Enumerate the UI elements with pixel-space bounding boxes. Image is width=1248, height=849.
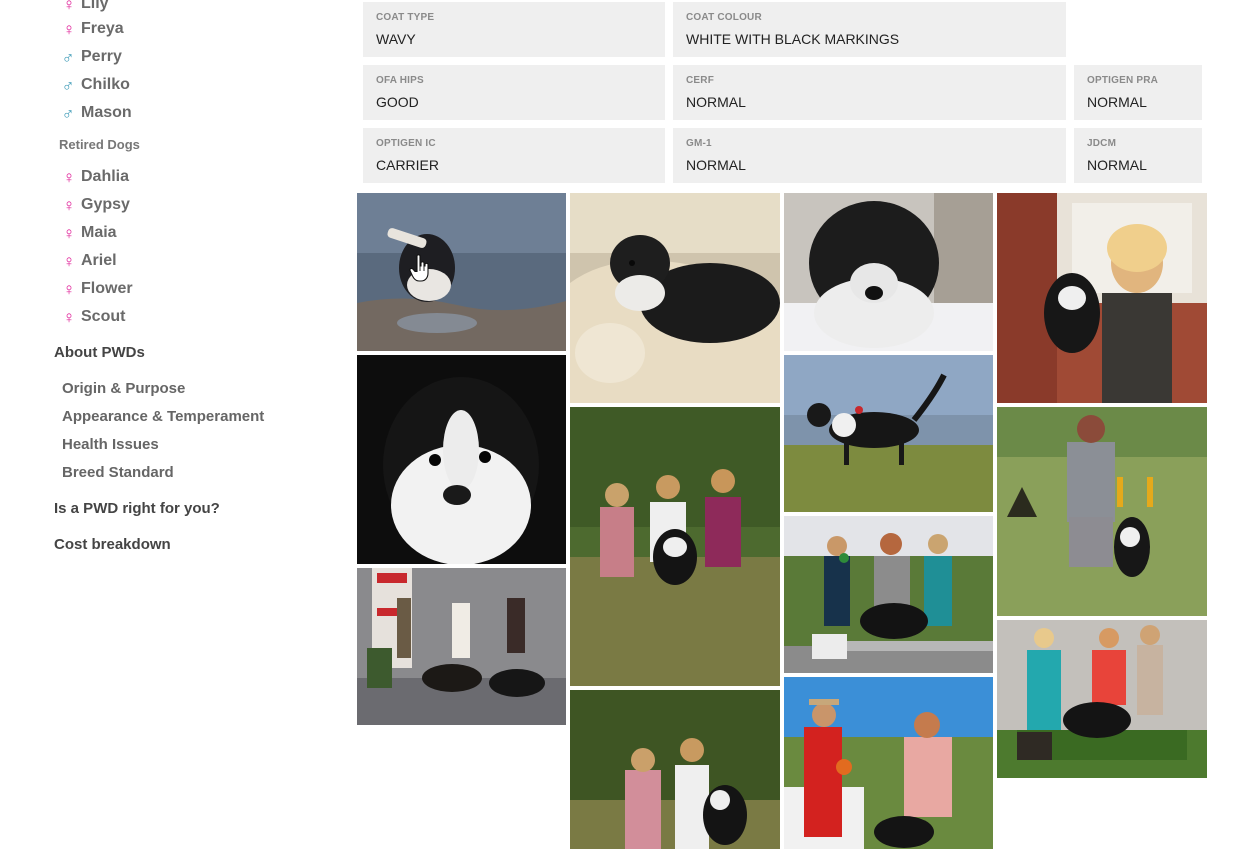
nav-health-issues[interactable]: Health Issues [62,436,159,453]
field-label: OPTIGEN IC [376,138,436,149]
hand-cursor-icon [409,254,431,282]
dog-name: Freya [81,20,124,37]
female-icon: ♀ [62,279,76,299]
female-icon: ♀ [62,19,76,39]
nav-origin-purpose[interactable]: Origin & Purpose [62,380,185,397]
field-value: NORMAL [686,94,746,110]
optigen-ic-cell: OPTIGEN IC CARRIER [363,128,665,183]
dog-link-chilko[interactable]: ♂ Chilko [60,73,130,97]
ofa-hips-cell: OFA HIPS GOOD [363,65,665,120]
field-value: WHITE WITH BLACK MARKINGS [686,31,900,47]
dog-name: Perry [81,48,122,65]
gallery-photo-puppy-closeup[interactable] [357,355,566,564]
male-icon: ♂ [61,75,75,95]
field-label: COAT COLOUR [686,12,762,23]
nav-cost-breakdown[interactable]: Cost breakdown [54,536,171,553]
nav-breed-standard[interactable]: Breed Standard [62,464,174,481]
female-icon: ♀ [62,251,76,271]
dog-name: Chilko [81,76,130,93]
dog-name: Gypsy [81,196,130,213]
dog-name: Scout [81,308,126,325]
field-label: JDCM [1087,138,1117,149]
dog-link-perry[interactable]: ♂ Perry [60,45,122,69]
field-value: NORMAL [1087,157,1147,173]
male-icon: ♂ [61,103,75,123]
gallery-photo-women-with-dog-outdoors[interactable] [570,690,780,849]
dog-link-freya[interactable]: ♀ Freya [60,17,124,41]
dog-link-dahlia[interactable]: ♀ Dahlia [60,165,129,189]
dog-name: Mason [81,104,132,121]
nav-about-pwds[interactable]: About PWDs [54,344,145,361]
dog-name: Ariel [81,252,117,269]
dog-link-maia[interactable]: ♀ Maia [60,221,117,245]
field-label: GM-1 [686,138,712,149]
gallery-photo-show-table-trophy[interactable] [997,620,1207,778]
field-value: NORMAL [1087,94,1147,110]
field-value: GOOD [376,94,419,110]
optigen-pra-cell: OPTIGEN PRA NORMAL [1074,65,1202,120]
gallery-photo-dog-trotting[interactable] [784,355,993,512]
gallery-photo-dog-swimming[interactable] [357,193,566,351]
dog-link-ariel[interactable]: ♀ Ariel [60,249,117,273]
field-label: OPTIGEN PRA [1087,75,1159,86]
field-value: NORMAL [686,157,746,173]
field-label: OFA HIPS [376,75,424,86]
gallery-photo-handler-running[interactable] [997,407,1207,616]
field-value: CARRIER [376,157,440,173]
gallery-photo-three-women-with-dog[interactable] [570,407,780,686]
coat-colour-cell: COAT COLOUR WHITE WITH BLACK MARKINGS [673,2,1066,57]
cerf-cell: CERF NORMAL [673,65,1066,120]
female-icon: ♀ [62,195,76,215]
male-icon: ♂ [61,47,75,67]
dog-name: Maia [81,224,117,241]
dog-link-scout[interactable]: ♀ Scout [60,305,126,329]
gm1-cell: GM-1 NORMAL [673,128,1066,183]
gallery-photo-woman-holding-puppy[interactable] [997,193,1207,403]
field-label: COAT TYPE [376,12,435,23]
female-icon: ♀ [62,0,76,14]
field-label: CERF [686,75,715,86]
retired-dogs-heading: Retired Dogs [59,137,140,152]
sidebar: ♀ Lily ♀ Freya ♂ Perry ♂ Chilko ♂ Mason … [0,0,340,849]
female-icon: ♀ [62,167,76,187]
gallery-photo-show-stack-ribbons[interactable] [784,516,993,673]
jdcm-cell: JDCM NORMAL [1074,128,1202,183]
coat-type-cell: COAT TYPE WAVY [363,2,665,57]
dog-name: Dahlia [81,168,130,185]
gallery-photo-judge-red-jacket[interactable] [784,677,993,849]
female-icon: ♀ [62,223,76,243]
dog-link-mason[interactable]: ♂ Mason [60,101,132,125]
gallery-photo-curly-dog-snow[interactable] [784,193,993,351]
dog-link-flower[interactable]: ♀ Flower [60,277,133,301]
dog-name: Lily [81,0,109,12]
nav-appearance-temperament[interactable]: Appearance & Temperament [62,408,264,425]
gallery-photo-show-ring-group[interactable] [357,568,566,725]
dog-link-gypsy[interactable]: ♀ Gypsy [60,193,130,217]
dog-link-lily[interactable]: ♀ Lily [60,0,109,16]
gallery-photo-dog-on-chair[interactable] [570,193,780,403]
field-value: WAVY [376,31,416,47]
dog-name: Flower [81,280,133,297]
nav-pwd-right-for-you[interactable]: Is a PWD right for you? [54,500,220,517]
female-icon: ♀ [62,307,76,327]
